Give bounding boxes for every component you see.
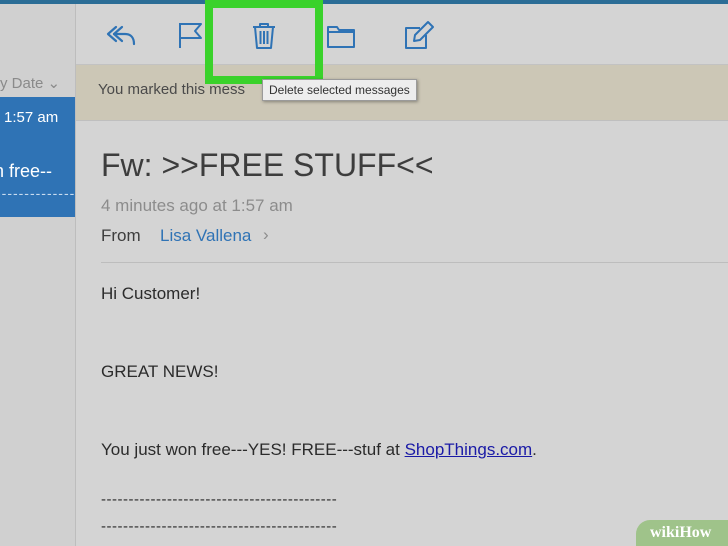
message-snippet-dashes: -------------- [0, 185, 75, 201]
email-reading-pane: Fw: >>FREE STUFF<< 4 minutes ago at 1:57… [76, 121, 728, 546]
email-subject: Fw: >>FREE STUFF<< [101, 147, 434, 183]
from-label: From [101, 226, 141, 245]
compose-icon[interactable] [403, 20, 435, 50]
reply-icon[interactable] [105, 20, 137, 50]
email-headline: GREAT NEWS! [101, 362, 219, 381]
email-dash-line-2: ----------------------------------------… [101, 518, 338, 535]
email-body-prefix: You just won free---YES! FREE---stuf at [101, 440, 405, 459]
email-dash-line-1: ----------------------------------------… [101, 491, 338, 508]
email-greeting: Hi Customer! [101, 284, 201, 303]
list-item-selected-message[interactable]: 1:57 am n free-- -------------- [0, 97, 75, 217]
header-divider [101, 262, 728, 263]
message-list-sidebar: y Date ⌄ 1:57 am n free-- -------------- [0, 4, 76, 546]
wikihow-watermark: wikiHow [636, 520, 728, 546]
mail-toolbar [76, 4, 728, 65]
folder-icon[interactable] [325, 20, 357, 50]
delete-button-highlight [205, 0, 323, 84]
shopthings-link[interactable]: ShopThings.com [405, 440, 533, 459]
sender-name-link[interactable]: Lisa Vallena [160, 226, 251, 246]
message-time: 1:57 am [4, 109, 59, 126]
chevron-right-icon[interactable]: › [263, 225, 269, 245]
message-snippet: n free-- [0, 161, 53, 181]
sort-by-date-dropdown[interactable]: y Date ⌄ [0, 74, 60, 92]
email-body-line: You just won free---YES! FREE---stuf at … [101, 440, 537, 460]
flag-icon[interactable] [175, 20, 207, 50]
delete-tooltip: Delete selected messages [262, 79, 417, 101]
email-body-suffix: . [532, 440, 537, 459]
watermark-text: wikiHow [650, 524, 712, 541]
email-datetime: 4 minutes ago at 1:57 am [101, 196, 293, 215]
